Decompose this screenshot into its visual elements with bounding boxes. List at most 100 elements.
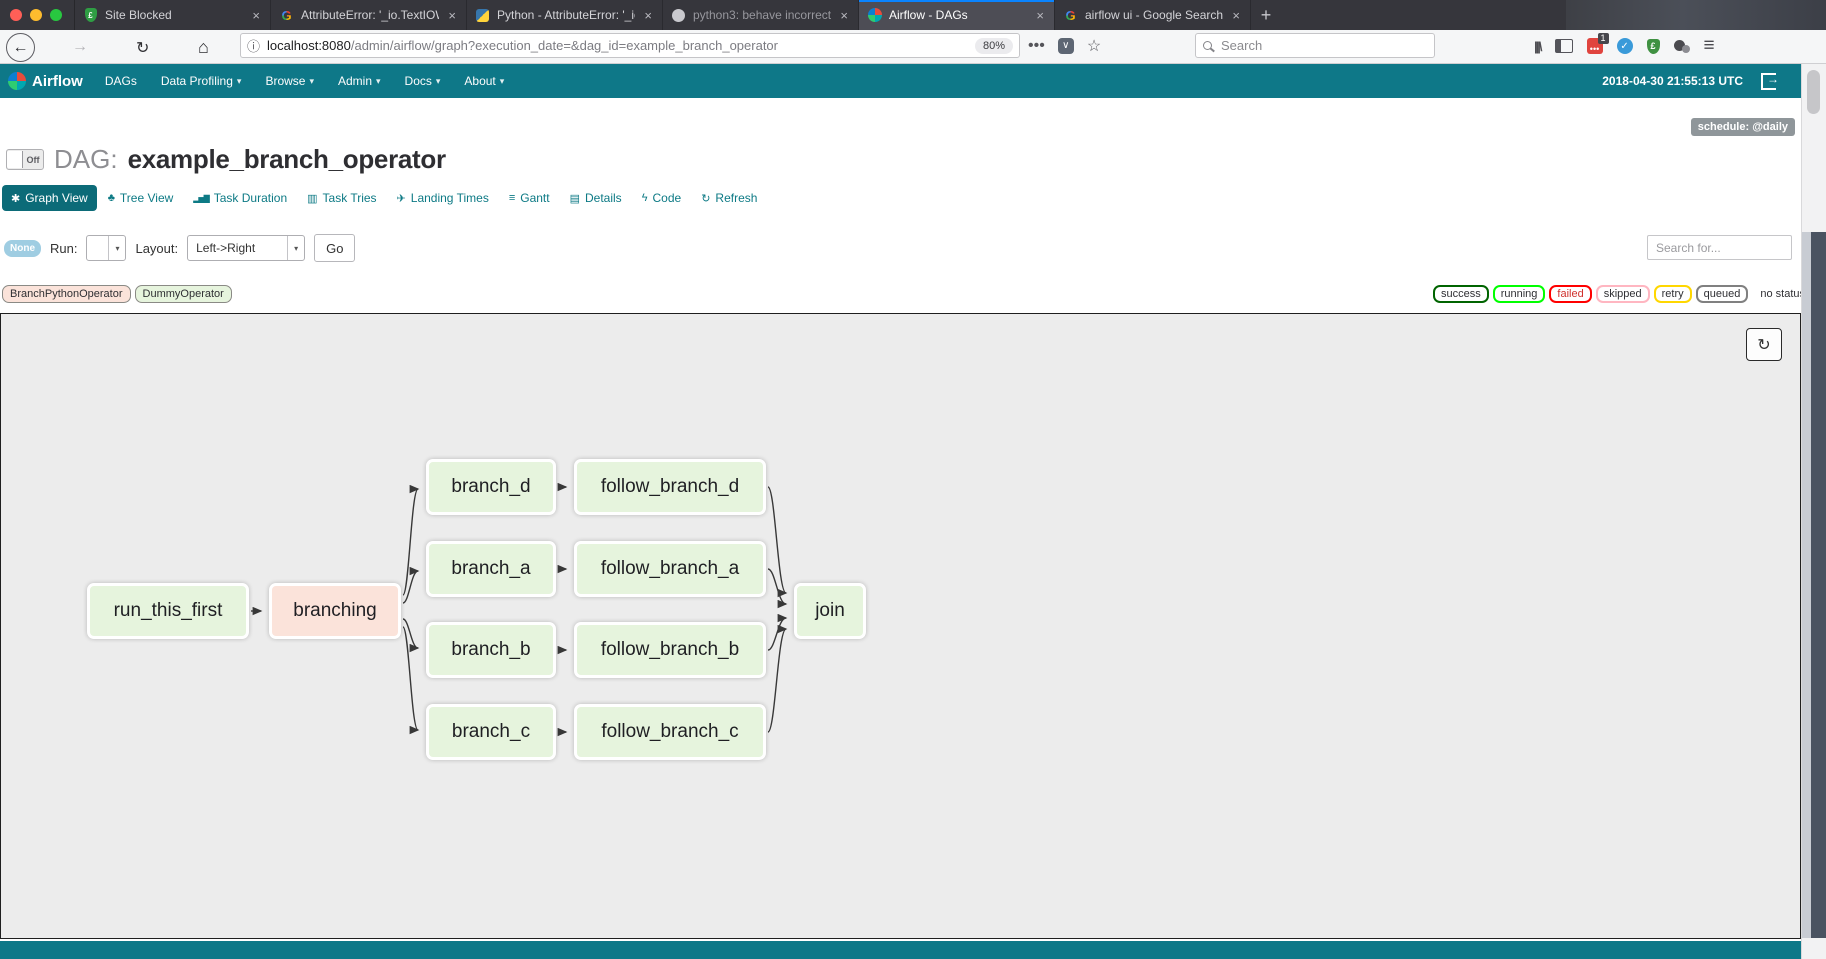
new-tab-button[interactable]: + bbox=[1251, 0, 1281, 30]
dag-graph-canvas[interactable]: run_this_first branching branch_d branch_ab… bbox=[0, 313, 1801, 939]
reload-button[interactable]: ↻ bbox=[136, 38, 149, 58]
airflow-navbar: Airflow DAGs Data Profiling▾ Browse▾ Adm… bbox=[0, 64, 1826, 98]
status-queued: queued bbox=[1696, 285, 1749, 303]
toggle-knob bbox=[7, 151, 23, 168]
home-button[interactable]: ⌂ bbox=[198, 37, 209, 58]
dag-node-follow_branch_c[interactable]: follow_branch_c bbox=[574, 704, 766, 760]
scrollbar[interactable] bbox=[1801, 64, 1826, 959]
toolbar-search-input[interactable] bbox=[1219, 37, 1427, 54]
chevron-down-icon: ▾ bbox=[376, 76, 381, 87]
site-info-icon[interactable]: ⓘ bbox=[247, 36, 260, 55]
page-actions-icon[interactable]: ••• bbox=[1028, 37, 1045, 55]
bookmark-star-icon[interactable]: ☆ bbox=[1087, 36, 1101, 56]
browser-toolbar: ← → ↻ ⌂ ⓘ localhost:8080 /admin/airflow/… bbox=[0, 30, 1826, 64]
zoom-window-button[interactable] bbox=[50, 9, 62, 21]
pocket-icon[interactable]: ∨ bbox=[1058, 38, 1074, 54]
tab-site-blocked[interactable]: £ Site Blocked × bbox=[75, 0, 271, 30]
url-bar[interactable]: ⓘ localhost:8080 /admin/airflow/graph?ex… bbox=[240, 33, 1020, 58]
tab-attributeerror[interactable]: G AttributeError: '_io.TextIOWrapp × bbox=[271, 0, 467, 30]
library-icon[interactable]: |||\ bbox=[1534, 39, 1541, 54]
tab-github-behave[interactable]: python3: behave incorrectly mo × bbox=[663, 0, 859, 30]
dag-node-join[interactable]: join bbox=[794, 583, 866, 639]
operator-legend: BranchPythonOperator DummyOperator bbox=[2, 285, 232, 303]
tab-details[interactable]: ▤Details bbox=[561, 185, 631, 211]
scrollbar-thumb[interactable] bbox=[1807, 70, 1820, 114]
status-failed: failed bbox=[1549, 285, 1591, 303]
dag-node-follow_branch_a[interactable]: follow_branch_a bbox=[574, 541, 766, 597]
extension-circles-icon[interactable] bbox=[1674, 38, 1690, 54]
layout-select[interactable]: Left->Right ▾ bbox=[187, 235, 305, 261]
minimize-window-button[interactable] bbox=[30, 9, 42, 21]
tab-title: airflow ui - Google Search bbox=[1085, 8, 1223, 22]
tab-gantt[interactable]: ≡Gantt bbox=[500, 185, 559, 211]
nav-item-browse[interactable]: Browse▾ bbox=[253, 74, 326, 88]
back-button[interactable]: ← bbox=[6, 33, 35, 62]
extension-shield-icon[interactable]: £ bbox=[1647, 39, 1660, 54]
toolbar-search[interactable] bbox=[1195, 33, 1435, 58]
go-button[interactable]: Go bbox=[314, 234, 355, 262]
browser-window: £ Site Blocked × G AttributeError: '_io.… bbox=[0, 0, 1826, 959]
close-tab-icon[interactable]: × bbox=[642, 8, 654, 23]
dag-node-branch_a[interactable]: branch_a bbox=[426, 541, 556, 597]
chevron-down-icon: ▾ bbox=[237, 76, 242, 87]
tab-airflow-dags[interactable]: Airflow - DAGs × bbox=[859, 0, 1055, 30]
nav-item-admin[interactable]: Admin▾ bbox=[326, 74, 393, 88]
airflow-favicon bbox=[867, 8, 882, 23]
nav-item-about[interactable]: About▾ bbox=[452, 74, 516, 88]
zoom-level-badge[interactable]: 80% bbox=[975, 38, 1013, 54]
dag-node-branch_b[interactable]: branch_b bbox=[426, 622, 556, 678]
tab-task-tries[interactable]: ▥Task Tries bbox=[298, 185, 385, 211]
logout-icon[interactable] bbox=[1761, 73, 1776, 90]
graph-refresh-button[interactable]: ↻ bbox=[1746, 328, 1782, 361]
tab-graph-view[interactable]: ✱Graph View bbox=[2, 185, 97, 211]
schedule-badge: schedule: @daily bbox=[1691, 118, 1795, 136]
nav-item-data-profiling[interactable]: Data Profiling▾ bbox=[149, 74, 254, 88]
home-icon: ⌂ bbox=[198, 37, 209, 58]
extension-red-icon[interactable]: •••1 bbox=[1587, 38, 1603, 54]
dag-node-run_this_first[interactable]: run_this_first bbox=[87, 583, 249, 639]
brand-label: Airflow bbox=[32, 73, 83, 90]
status-skipped: skipped bbox=[1596, 285, 1650, 303]
details-icon: ▤ bbox=[570, 192, 580, 205]
dag-node-follow_branch_d[interactable]: follow_branch_d bbox=[574, 459, 766, 515]
tab-python-attributeerror[interactable]: Python - AttributeError: '_io.Te × bbox=[467, 0, 663, 30]
close-tab-icon[interactable]: × bbox=[250, 8, 262, 23]
close-tab-icon[interactable]: × bbox=[446, 8, 458, 23]
scrollbar-dark-region bbox=[1802, 232, 1826, 938]
task-search-input[interactable] bbox=[1647, 235, 1792, 260]
tab-code[interactable]: ϟCode bbox=[633, 185, 691, 211]
forward-icon: → bbox=[72, 38, 88, 56]
dag-node-branching[interactable]: branching bbox=[269, 583, 401, 639]
close-window-button[interactable] bbox=[10, 9, 22, 21]
dag-node-branch_d[interactable]: branch_d bbox=[426, 459, 556, 515]
hamburger-menu-icon[interactable]: ≡ bbox=[1704, 35, 1715, 57]
status-retry: retry bbox=[1654, 285, 1692, 303]
nav-item-dags[interactable]: DAGs bbox=[93, 74, 149, 88]
close-tab-icon[interactable]: × bbox=[1230, 8, 1242, 23]
tab-landing-times[interactable]: ✈Landing Times bbox=[388, 185, 498, 211]
github-favicon bbox=[671, 8, 686, 23]
chevron-down-icon: ▾ bbox=[309, 76, 314, 87]
dag-title-prefix: DAG: bbox=[54, 144, 118, 175]
tabbar-backdrop bbox=[1566, 0, 1826, 30]
airflow-brand[interactable]: Airflow bbox=[0, 72, 93, 90]
tab-google-search[interactable]: G airflow ui - Google Search × bbox=[1055, 0, 1251, 30]
sidebar-toggle-icon[interactable] bbox=[1555, 39, 1573, 53]
tab-tree-view[interactable]: ♣Tree View bbox=[99, 185, 183, 211]
dag-node-follow_branch_b[interactable]: follow_branch_b bbox=[574, 622, 766, 678]
layout-label: Layout: bbox=[135, 241, 178, 256]
forward-button[interactable]: → bbox=[72, 38, 88, 56]
tab-task-duration[interactable]: ▂▅▇Task Duration bbox=[184, 185, 296, 211]
refresh-button[interactable]: ↻Refresh bbox=[692, 185, 766, 211]
layout-select-value: Left->Right bbox=[188, 241, 287, 255]
url-path: /admin/airflow/graph?execution_date=&dag… bbox=[351, 38, 975, 53]
dag-pause-toggle[interactable]: Off bbox=[6, 149, 44, 170]
close-tab-icon[interactable]: × bbox=[1034, 8, 1046, 23]
nav-item-docs[interactable]: Docs▾ bbox=[393, 74, 453, 88]
close-tab-icon[interactable]: × bbox=[838, 8, 850, 23]
google-favicon: G bbox=[279, 8, 294, 23]
tab-title: python3: behave incorrectly mo bbox=[693, 8, 831, 22]
run-select[interactable]: ▾ bbox=[86, 235, 126, 261]
dag-node-branch_c[interactable]: branch_c bbox=[426, 704, 556, 760]
extension-blue-icon[interactable]: ✓ bbox=[1617, 38, 1633, 54]
